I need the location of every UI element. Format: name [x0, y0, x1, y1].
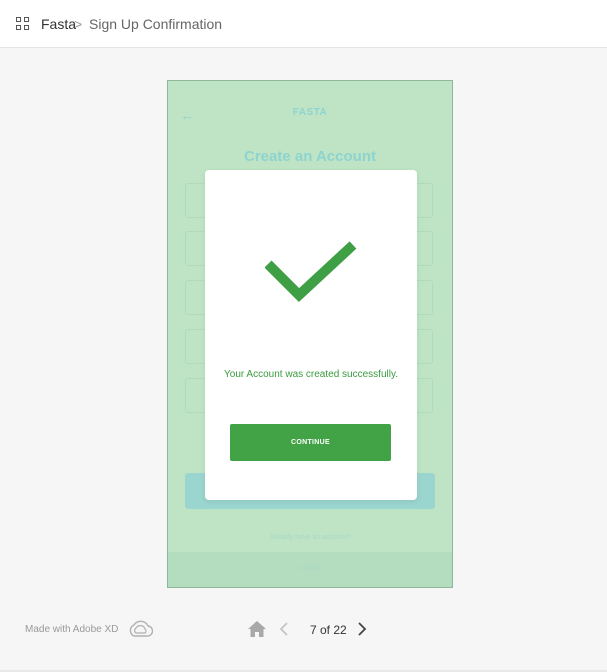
- made-with-label: Made with Adobe XD: [25, 624, 119, 635]
- creative-cloud-icon: [129, 620, 153, 637]
- login-link[interactable]: LOGIN: [168, 565, 452, 572]
- already-have-account-link[interactable]: Already have an account?: [168, 534, 452, 541]
- checkmark-icon: [265, 241, 357, 302]
- home-icon[interactable]: [247, 620, 267, 638]
- breadcrumb-separator: >: [74, 16, 83, 32]
- chevron-right-icon[interactable]: [356, 621, 368, 637]
- chevron-left-icon[interactable]: [278, 621, 290, 637]
- app-brand: FASTA: [292, 107, 328, 118]
- top-bar: Fasta > Sign Up Confirmation: [0, 0, 607, 48]
- success-modal: Your Account was created successfully. C…: [205, 170, 417, 500]
- artboard-preview: ← FASTA Create an Account Already have a…: [167, 80, 453, 588]
- page-counter: 7 of 22: [310, 623, 347, 637]
- breadcrumb-screen: Sign Up Confirmation: [89, 16, 223, 32]
- continue-button[interactable]: CONTINUE: [230, 424, 391, 461]
- grid-view-icon[interactable]: [16, 17, 30, 31]
- artboard-footer: LOGIN: [168, 552, 452, 587]
- breadcrumb-project[interactable]: Fasta: [41, 15, 76, 33]
- success-message: Your Account was created successfully.: [224, 369, 398, 380]
- page-title: Create an Account: [244, 148, 376, 165]
